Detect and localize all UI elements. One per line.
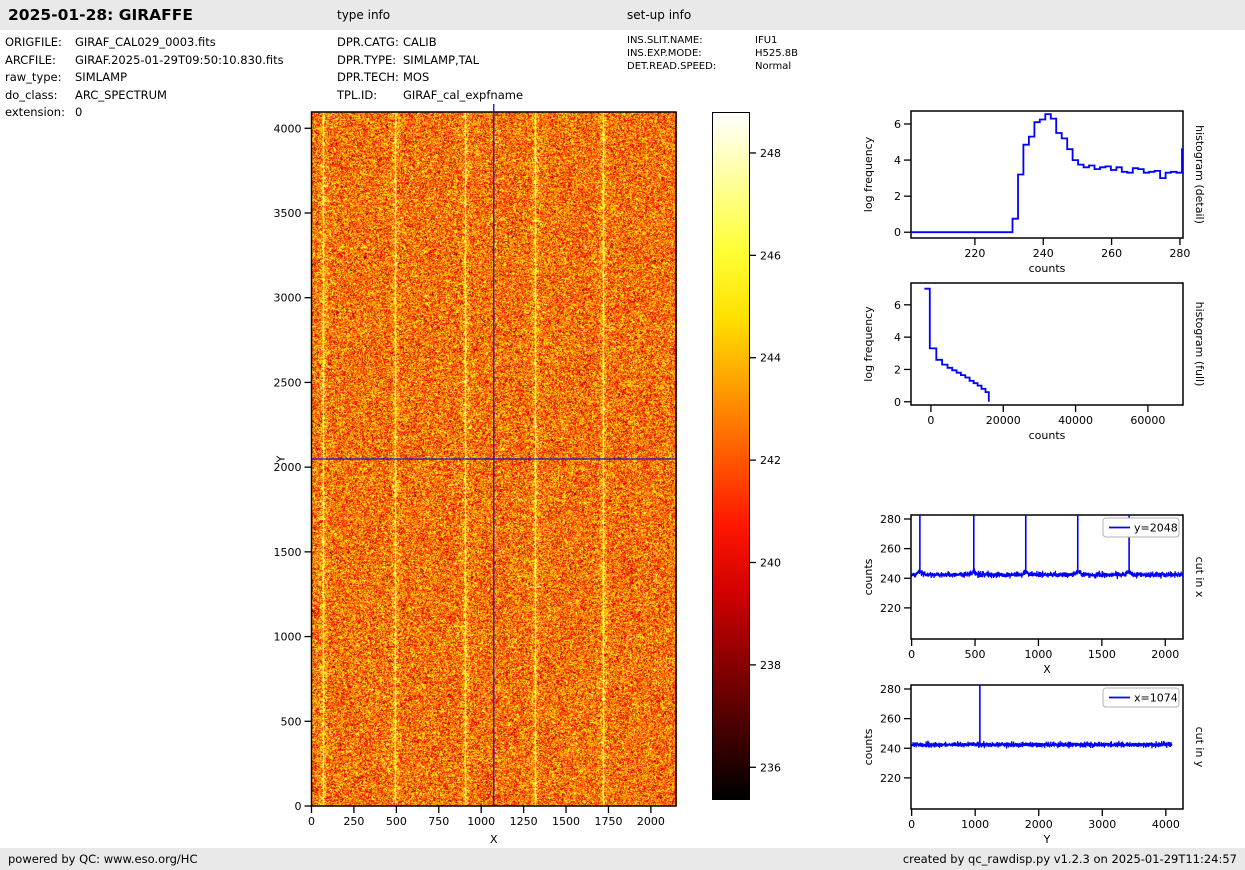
tick-label: 250 [343,815,364,828]
tick-label: 0 [927,414,934,427]
right-axis-label: cut in y [1193,727,1206,768]
tick-label: 260 [1101,247,1122,260]
y-axis-label: counts [862,558,875,595]
tick-label: 220 [964,247,985,260]
tick-label: 2 [894,363,901,376]
tick-label: 0 [908,818,915,831]
tick-label: 20000 [986,414,1021,427]
tick-label: 60000 [1130,414,1165,427]
legend: x=1074 [1102,687,1180,708]
tick-label: 248 [760,147,781,160]
y-axis-label: log frequency [862,136,875,212]
x-axis-label: X [1043,663,1051,676]
tick-label: 236 [760,761,781,774]
tick-label: 246 [760,249,781,262]
tick-label: 6 [894,118,901,131]
y-axis-label: counts [862,728,875,765]
tick-label: 2000 [1151,648,1179,661]
tick-label: 240 [760,557,781,570]
tick-label: 1000 [961,818,989,831]
tick-label: 0 [308,815,315,828]
tick-label: 242 [760,454,781,467]
tick-label: 1500 [1088,648,1116,661]
tick-label: 1000 [274,631,302,644]
tick-label: 500 [281,715,302,728]
x-axis-label: Y [1043,833,1051,846]
tick-label: 1750 [594,815,622,828]
tick-label: 1000 [1024,648,1052,661]
tick-label: 0 [894,226,901,239]
tick-label: 4 [894,154,901,167]
tick-label: 40000 [1058,414,1093,427]
tick-label: 3000 [1088,818,1116,831]
tick-label: 238 [760,659,781,672]
tick-label: 1250 [510,815,538,828]
y-axis-label: log frequency [862,306,875,382]
tick-label: 280 [880,513,901,526]
tick-label: 240 [1033,247,1054,260]
qc-report-page: 2025-01-28: GIRAFFE type info set-up inf… [0,0,1245,870]
tick-label: 0 [908,648,915,661]
tick-label: 0 [295,800,302,813]
tick-label: 750 [428,815,449,828]
colorbar-ticks: 236 238 240 242 244 246 248 [749,147,781,774]
detector-image-plot: 0 250 500 750 1000 1250 1500 1750 2000 0 500 1000 15… [274,104,677,846]
noise-trace [911,740,1173,749]
tick-label: 3500 [274,207,302,220]
tick-label: 240 [880,572,901,585]
tick-label: 240 [880,742,901,755]
tick-label: 220 [880,772,901,785]
plots-overlay: 0 250 500 750 1000 1250 1500 1750 20000500100015… [274,104,1206,846]
histogram-detail-plot: 220 240 260 280 0 2 4 6 counts log frequency histo… [862,110,1206,275]
cut-in-x-plot: 0 500 1000 1500 2000 220 240 260 280 Xcounts cut i… [862,513,1206,676]
histogram-step-line [911,113,1183,234]
noise-trace [911,568,1183,580]
y-axis-label: Y [275,455,288,463]
cut-in-y-plot: 0 1000 2000 3000 4000 220 240 260 280 Ycounts cut … [862,683,1206,846]
tick-label: 4 [894,331,901,344]
tick-label: 280 [880,683,901,696]
right-axis-label: histogram (detail) [1193,125,1206,224]
tick-label: 280 [1169,247,1190,260]
histogram-full-plot: 0 20000 40000 60000 0 2 4 6 counts log frequency h… [862,282,1206,442]
legend-label: x=1074 [1134,692,1178,705]
x-axis-label: counts [1029,429,1066,442]
tick-label: 2500 [274,376,302,389]
x-axis-label: counts [1029,262,1066,275]
tick-label: 244 [760,352,781,365]
tick-label: 260 [880,713,901,726]
histogram-step-line [924,287,990,402]
tick-label: 1000 [467,815,495,828]
tick-label: 500 [386,815,407,828]
tick-label: 6 [894,299,901,312]
x-axis-label: X [490,833,498,846]
tick-label: 260 [880,543,901,556]
tick-label: 4000 [274,122,302,135]
tick-label: 2000 [1025,818,1053,831]
tick-label: 1500 [274,546,302,559]
tick-label: 1500 [552,815,580,828]
tick-label: 4000 [1152,818,1180,831]
tick-label: 2000 [637,815,665,828]
right-axis-label: histogram (full) [1193,302,1206,387]
legend-label: y=2048 [1134,522,1178,535]
tick-label: 500 [965,648,986,661]
legend: y=2048 [1102,517,1180,538]
tick-label: 3000 [274,292,302,305]
tick-label: 2 [894,190,901,203]
right-axis-label: cut in x [1193,557,1206,598]
tick-label: 0 [894,396,901,409]
tick-label: 220 [880,602,901,615]
